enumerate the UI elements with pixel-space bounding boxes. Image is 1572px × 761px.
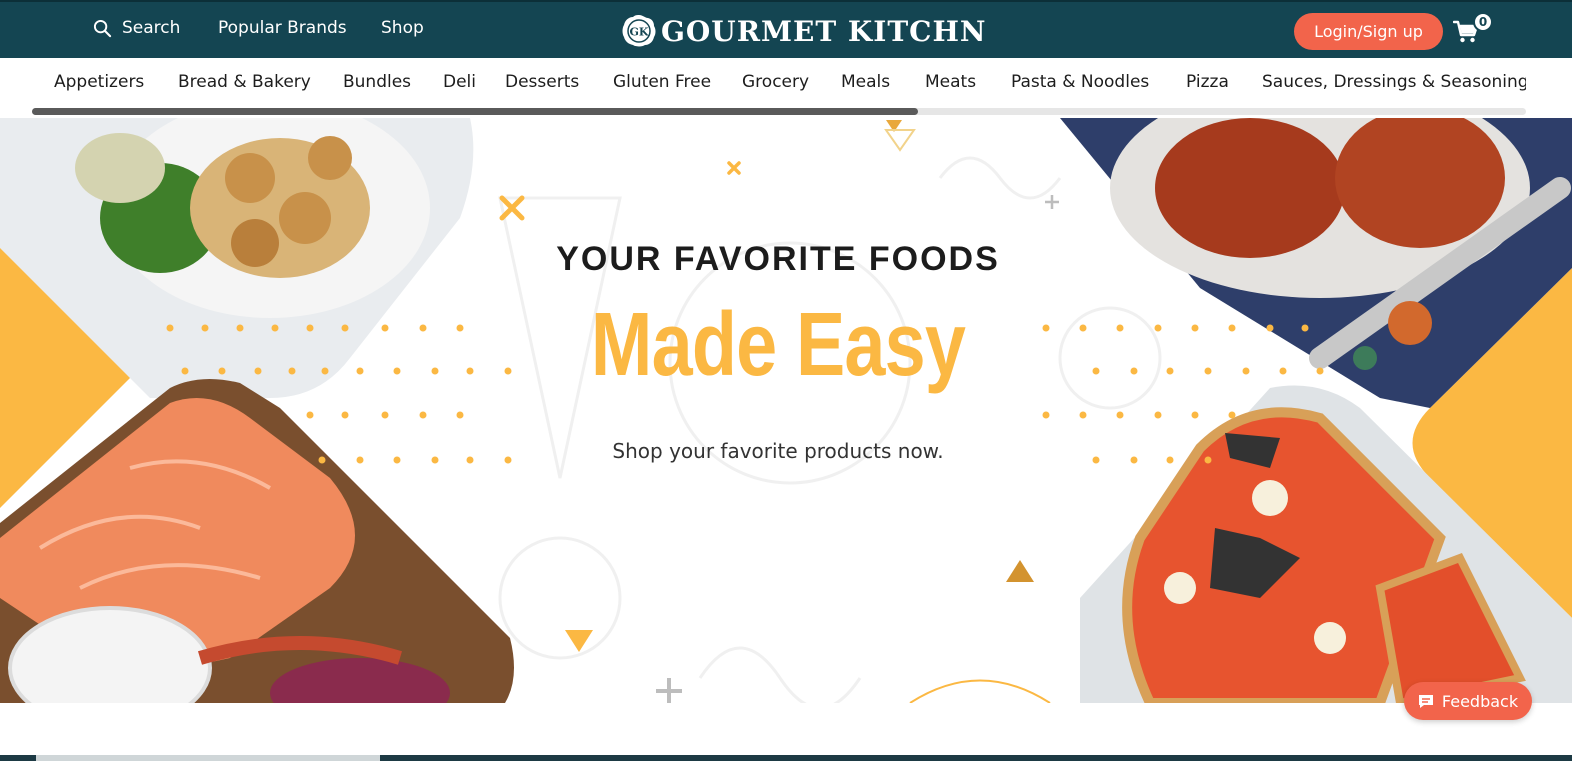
chat-bubble-icon (1418, 694, 1433, 708)
category-pasta-noodles[interactable]: Pasta & Noodles (1011, 72, 1149, 92)
category-list: Appetizers Bread & Bakery Bundles Deli D… (40, 58, 1526, 108)
hero-background-art (0, 118, 1572, 703)
hero-eyebrow: YOUR FAVORITE FOODS (556, 240, 1000, 278)
login-signup-button[interactable]: Login/Sign up (1294, 13, 1443, 50)
feedback-button[interactable]: Feedback (1404, 682, 1532, 720)
hero-subtitle[interactable]: Shop your favorite products now. (0, 439, 1556, 463)
category-deli[interactable]: Deli (443, 72, 476, 92)
popular-brands-link[interactable]: Popular Brands (218, 18, 347, 38)
category-bread-bakery[interactable]: Bread & Bakery (178, 72, 311, 92)
category-meats[interactable]: Meats (925, 72, 976, 92)
logo-badge-text: GK (630, 26, 649, 39)
search-icon (93, 19, 112, 37)
logo-text: GOURMET KITCHN (661, 14, 987, 48)
category-gluten-free[interactable]: Gluten Free (613, 72, 711, 92)
hero-banner: YOUR FAVORITE FOODS Made Easy Shop your … (0, 118, 1572, 703)
search-button[interactable]: Search (93, 18, 180, 38)
decorative-shapes (499, 120, 1059, 703)
category-grocery[interactable]: Grocery (742, 72, 809, 92)
shop-link[interactable]: Shop (381, 18, 424, 38)
category-bar: Appetizers Bread & Bakery Bundles Deli D… (0, 58, 1572, 118)
category-appetizers[interactable]: Appetizers (54, 72, 144, 92)
category-meals[interactable]: Meals (841, 72, 890, 92)
cart-count-badge: 0 (1473, 12, 1493, 32)
top-navigation-bar: Search Popular Brands Shop GK GOURMET KI… (0, 0, 1572, 58)
site-logo[interactable]: GK GOURMET KITCHN (621, 12, 987, 50)
category-pizza[interactable]: Pizza (1186, 72, 1229, 92)
category-sauces-dressings-seasonings[interactable]: Sauces, Dressings & Seasonings (1262, 72, 1526, 92)
logo-badge-icon: GK (622, 15, 656, 47)
hero-title: Made Easy (590, 295, 966, 395)
bottom-section-strip-light (36, 755, 380, 761)
feedback-label: Feedback (1441, 691, 1519, 711)
category-scrollbar-thumb[interactable] (32, 108, 918, 115)
search-label: Search (122, 18, 181, 38)
category-bundles[interactable]: Bundles (343, 72, 411, 92)
category-desserts[interactable]: Desserts (505, 72, 579, 92)
cart-button[interactable]: 0 (1453, 12, 1493, 46)
